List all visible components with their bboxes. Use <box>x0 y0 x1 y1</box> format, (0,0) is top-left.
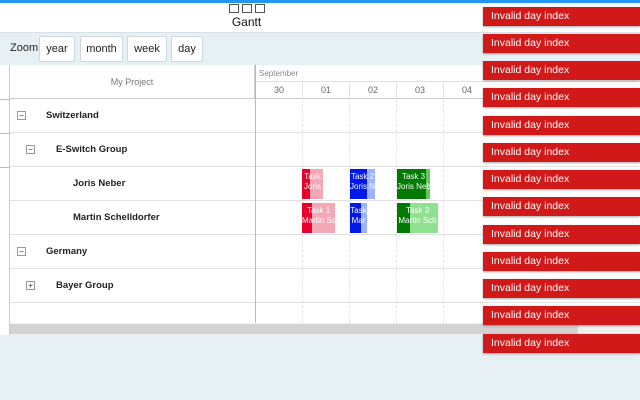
window-title: Gantt <box>231 15 262 29</box>
error-notification[interactable]: Invalid day index <box>483 34 640 53</box>
row-label: Joris Neber <box>73 178 126 189</box>
error-notification[interactable]: Invalid day index <box>483 88 640 107</box>
scrollbar-thumb[interactable] <box>10 324 578 334</box>
row-label: E-Switch Group <box>56 144 128 155</box>
window-button-icon[interactable] <box>229 4 239 13</box>
error-notification[interactable]: Invalid day index <box>483 116 640 135</box>
row-label: Germany <box>46 246 88 257</box>
pane-divider[interactable] <box>255 65 256 323</box>
task-resource: Joris Neb <box>397 182 430 191</box>
window-controls <box>229 4 265 13</box>
error-notification[interactable]: Invalid day index <box>483 61 640 80</box>
zoom-day-button[interactable]: day <box>171 36 203 62</box>
task-bar[interactable]: Task 3 Martin Sch <box>397 203 438 233</box>
zoom-year-button[interactable]: year <box>39 36 75 62</box>
task-resource: Mar <box>351 216 366 225</box>
error-notification[interactable]: Invalid day index <box>483 170 640 189</box>
error-notification[interactable]: Invalid day index <box>483 306 640 325</box>
strip-divider <box>0 133 10 134</box>
row-label: Bayer Group <box>56 280 114 291</box>
left-side-strip <box>0 65 10 335</box>
day-header: 01 <box>302 82 349 99</box>
task-resource: Martin Sch <box>398 216 437 225</box>
task-title: Task 1 <box>306 206 331 215</box>
error-notification[interactable]: Invalid day index <box>483 334 640 353</box>
task-title: Task 2 <box>350 172 375 181</box>
window-button-icon[interactable] <box>255 4 265 13</box>
task-bar[interactable]: Task Mar <box>350 203 367 233</box>
task-title: Task 3 <box>401 172 426 181</box>
row-label: Switzerland <box>46 110 99 121</box>
task-title: Task 3 <box>405 206 430 215</box>
window-button-icon[interactable] <box>242 4 252 13</box>
task-bar[interactable]: Task 3 Joris Neb <box>397 169 430 199</box>
task-title: Task <box>304 172 321 181</box>
collapse-toggle-icon[interactable]: − <box>17 111 26 120</box>
zoom-label: Zoom: <box>10 42 42 54</box>
task-resource: Joris N <box>350 182 375 191</box>
zoom-week-button[interactable]: week <box>127 36 167 62</box>
collapse-toggle-icon[interactable]: − <box>26 145 35 154</box>
expand-toggle-icon[interactable]: + <box>26 281 35 290</box>
strip-divider <box>0 167 10 168</box>
error-notification[interactable]: Invalid day index <box>483 7 640 26</box>
day-header: 03 <box>396 82 443 99</box>
error-notification[interactable]: Invalid day index <box>483 197 640 216</box>
project-header: My Project <box>10 65 255 99</box>
row-label: Martin Schelldorfer <box>73 212 160 223</box>
task-bar[interactable]: Task 2 Joris N <box>350 169 375 199</box>
task-resource: Joris <box>304 182 321 191</box>
error-notification[interactable]: Invalid day index <box>483 252 640 271</box>
task-resource: Martin Sch <box>302 216 335 225</box>
task-title: Task <box>350 206 367 215</box>
zoom-month-button[interactable]: month <box>80 36 123 62</box>
strip-divider <box>0 99 10 100</box>
error-notification[interactable]: Invalid day index <box>483 143 640 162</box>
day-header: 02 <box>349 82 396 99</box>
collapse-toggle-icon[interactable]: − <box>17 247 26 256</box>
error-notification[interactable]: Invalid day index <box>483 279 640 298</box>
day-header: 30 <box>255 82 302 99</box>
task-bar[interactable]: Task 1 Martin Sch <box>302 203 335 233</box>
task-bar[interactable]: Task Joris <box>302 169 323 199</box>
error-notification[interactable]: Invalid day index <box>483 225 640 244</box>
